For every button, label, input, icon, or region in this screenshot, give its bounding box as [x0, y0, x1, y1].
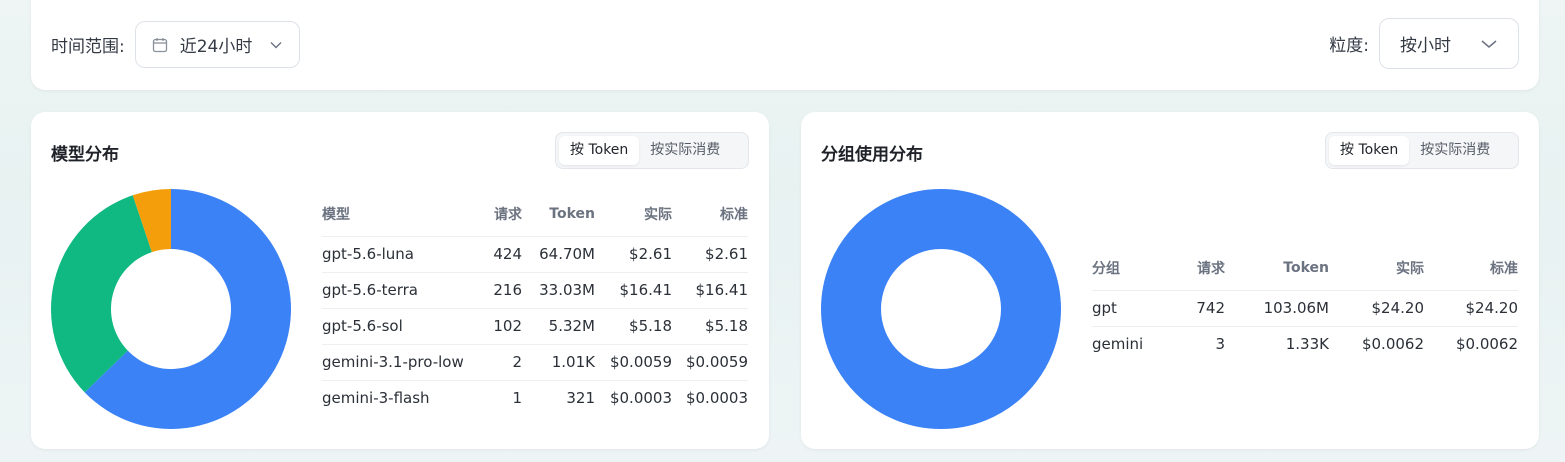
table-row: gpt-5.6-terra 216 33.03M $16.41 $16.41: [322, 272, 748, 309]
request-count: 102: [472, 308, 522, 345]
model-name: gpt-5.6-luna: [322, 236, 472, 273]
granularity-filter: 粒度: 按小时: [1329, 18, 1519, 69]
group-name: gpt: [1092, 290, 1172, 327]
chevron-down-icon: [1481, 39, 1497, 48]
actual-cost: $5.18: [595, 308, 672, 345]
model-distribution-panel: 模型分布 按 Token 按实际消费 模型 请求 Token 实际 标准 gpt…: [31, 112, 769, 449]
token-count: 321: [566, 389, 595, 408]
model-table: 模型 请求 Token 实际 标准 gpt-5.6-luna 424 64.70…: [322, 193, 748, 416]
table-row: gpt-5.6-luna 424 64.70M $2.61 $2.61: [322, 236, 748, 273]
column-header: 请求: [1172, 247, 1225, 291]
standard-cost: $0.0003: [685, 389, 748, 408]
actual-cost: $16.41: [595, 272, 672, 309]
column-header: 请求: [472, 193, 522, 237]
token-count: 103.06M: [1225, 290, 1329, 327]
token-count: 33.03M: [522, 272, 595, 309]
table-header: 分组 请求 Token 实际 标准: [1092, 247, 1518, 291]
table-header: 模型 请求 Token 实际 标准: [322, 193, 748, 237]
actual-cost: $0.0059: [595, 344, 672, 381]
toggle-by-token[interactable]: 按 Token: [559, 136, 640, 165]
request-count: 3: [1215, 335, 1225, 354]
model-donut-chart: [51, 189, 291, 429]
token-count: 1.01K: [522, 344, 595, 381]
time-range-label: 时间范围:: [51, 37, 125, 57]
group-name: gemini: [1092, 335, 1144, 354]
actual-cost: $24.20: [1329, 290, 1424, 327]
standard-cost: $2.61: [672, 236, 748, 273]
request-count: 424: [472, 236, 522, 273]
panel-title: 分组使用分布: [821, 145, 923, 165]
table-row: gpt-5.6-sol 102 5.32M $5.18 $5.18: [322, 308, 748, 345]
standard-cost: $5.18: [672, 308, 748, 345]
time-range-filter: 时间范围: 近24小时: [51, 21, 300, 68]
standard-cost: $0.0059: [672, 344, 748, 381]
calendar-icon: [152, 37, 167, 52]
group-donut-chart: [821, 189, 1061, 429]
standard-cost: $0.0062: [1455, 335, 1518, 354]
actual-cost: $0.0003: [609, 389, 672, 408]
model-name: gemini-3.1-pro-low: [322, 344, 472, 381]
column-header: 标准: [1424, 247, 1518, 291]
model-name: gpt-5.6-sol: [322, 308, 472, 345]
column-header: 模型: [322, 193, 472, 237]
model-name: gpt-5.6-terra: [322, 272, 472, 309]
column-header: 分组: [1092, 247, 1172, 291]
request-count: 742: [1172, 290, 1225, 327]
time-range-select[interactable]: 近24小时: [134, 21, 300, 68]
table-row: gemini-3.1-pro-low 2 1.01K $0.0059 $0.00…: [322, 344, 748, 381]
granularity-value: 按小时: [1400, 36, 1451, 56]
request-count: 216: [472, 272, 522, 309]
toggle-by-actual-cost[interactable]: 按实际消费: [639, 136, 731, 165]
column-header: 标准: [672, 193, 748, 237]
column-header: Token: [1225, 247, 1329, 291]
actual-cost: $2.61: [595, 236, 672, 273]
standard-cost: $24.20: [1424, 290, 1518, 327]
granularity-label: 粒度:: [1329, 36, 1369, 56]
granularity-select[interactable]: 按小时: [1379, 18, 1519, 69]
group-table: 分组 请求 Token 实际 标准 gpt 742 103.06M $24.20…: [1092, 247, 1518, 362]
standard-cost: $16.41: [672, 272, 748, 309]
group-distribution-panel: 分组使用分布 按 Token 按实际消费 分组 请求 Token 实际 标准 g…: [801, 112, 1539, 449]
column-header: Token: [522, 193, 595, 237]
token-count: 5.32M: [522, 308, 595, 345]
time-range-value: 近24小时: [179, 37, 253, 57]
request-count: 1: [512, 389, 522, 408]
token-count: 64.70M: [522, 236, 595, 273]
table-row: gemini 3 1.33K $0.0062 $0.0062: [1092, 326, 1518, 362]
model-name: gemini-3-flash: [322, 389, 430, 408]
metric-toggle: 按 Token 按实际消费: [555, 132, 749, 169]
panel-title: 模型分布: [51, 145, 119, 165]
table-row: gemini-3-flash 1 321 $0.0003 $0.0003: [322, 380, 748, 416]
metric-toggle: 按 Token 按实际消费: [1325, 132, 1519, 169]
request-count: 2: [472, 344, 522, 381]
toggle-by-token[interactable]: 按 Token: [1329, 136, 1410, 165]
toggle-by-actual-cost[interactable]: 按实际消费: [1409, 136, 1501, 165]
chevron-down-icon: [270, 41, 282, 48]
column-header: 实际: [595, 193, 672, 237]
column-header: 实际: [1329, 247, 1424, 291]
filter-bar: 时间范围: 近24小时 粒度: 按小时: [31, 0, 1539, 90]
token-count: 1.33K: [1285, 335, 1329, 354]
actual-cost: $0.0062: [1361, 335, 1424, 354]
table-row: gpt 742 103.06M $24.20 $24.20: [1092, 290, 1518, 327]
